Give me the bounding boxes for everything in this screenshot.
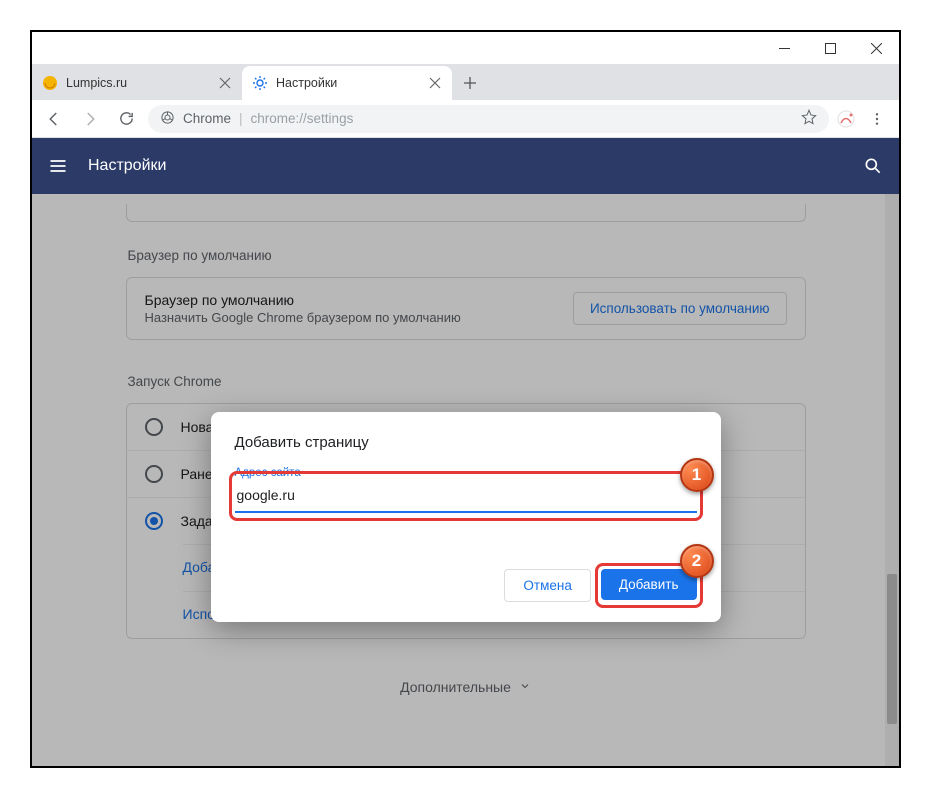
lumpics-favicon-icon <box>42 75 58 91</box>
reload-button[interactable] <box>112 105 140 133</box>
tab-title: Настройки <box>276 76 420 90</box>
chrome-page-icon <box>160 110 175 128</box>
tab-close-icon[interactable] <box>428 76 442 90</box>
field-label: Адрес сайта <box>235 467 697 479</box>
browser-menu-button[interactable] <box>863 105 891 133</box>
window-titlebar <box>32 32 899 64</box>
dialog-title: Добавить страницу <box>235 434 697 451</box>
forward-button[interactable] <box>76 105 104 133</box>
tab-title: Lumpics.ru <box>66 76 210 90</box>
star-icon[interactable] <box>801 109 817 128</box>
window-minimize-button[interactable] <box>761 32 807 64</box>
settings-header: Настройки <box>32 138 899 194</box>
hamburger-menu-icon[interactable] <box>46 154 70 178</box>
tab-lumpics[interactable]: Lumpics.ru <box>32 66 242 100</box>
site-url-input[interactable] <box>235 481 697 513</box>
browser-toolbar: Chrome | chrome://settings <box>32 100 899 138</box>
back-button[interactable] <box>40 105 68 133</box>
address-bar[interactable]: Chrome | chrome://settings <box>148 105 829 133</box>
settings-title: Настройки <box>88 157 843 175</box>
gear-icon <box>252 75 268 91</box>
tab-close-icon[interactable] <box>218 76 232 90</box>
window-frame: Lumpics.ru Настройки <box>30 30 901 768</box>
omnibox-origin: Chrome <box>183 111 231 126</box>
window-close-button[interactable] <box>853 32 899 64</box>
new-tab-button[interactable] <box>456 69 484 97</box>
add-button[interactable]: Добавить <box>601 569 697 600</box>
search-icon[interactable] <box>861 154 885 178</box>
cancel-button[interactable]: Отмена <box>504 569 590 602</box>
extension-icon[interactable] <box>837 110 855 128</box>
add-page-dialog: Добавить страницу Адрес сайта 1 Отмена Д… <box>211 412 721 622</box>
omnibox-path: chrome://settings <box>251 111 354 126</box>
omnibox-separator: | <box>239 111 243 126</box>
tab-settings[interactable]: Настройки <box>242 66 452 100</box>
tab-strip: Lumpics.ru Настройки <box>32 64 899 100</box>
window-maximize-button[interactable] <box>807 32 853 64</box>
content-area: Браузер по умолчанию Браузер по умолчани… <box>32 194 899 766</box>
